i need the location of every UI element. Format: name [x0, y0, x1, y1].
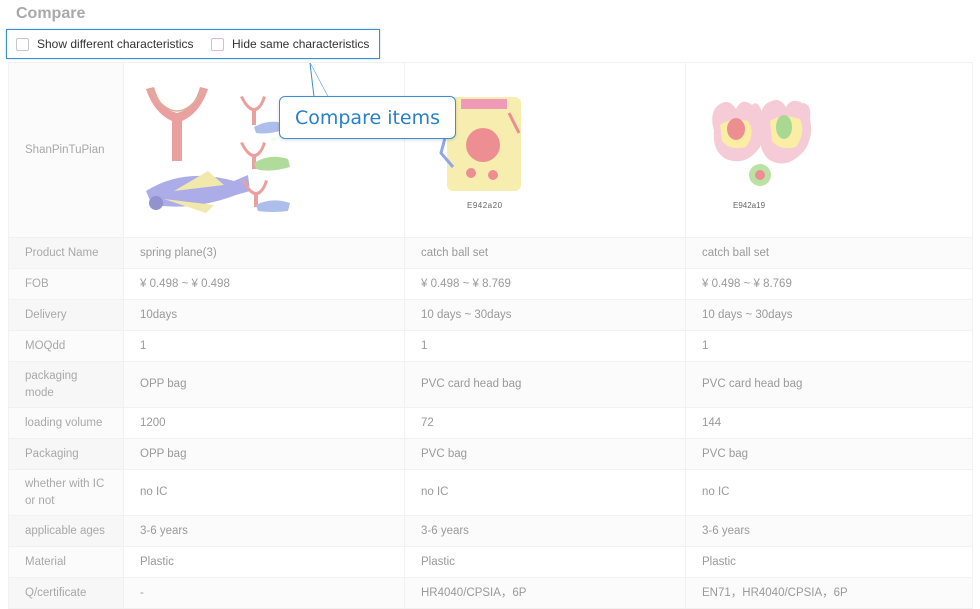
- table-row: whether with IC or not no IC no IC no IC: [8, 469, 973, 516]
- page-title: Compare: [16, 5, 86, 22]
- product-name-link[interactable]: catch ball set: [404, 237, 686, 269]
- table-row: Material Plastic Plastic Plastic: [8, 546, 973, 578]
- row-label: whether with IC or not: [8, 469, 124, 516]
- catch-ball-set-image[interactable]: E942a20: [405, 63, 686, 231]
- product-image-cell[interactable]: E942a19: [685, 62, 973, 238]
- cell-value: 1200: [123, 407, 405, 439]
- image-caption: E942a20: [467, 201, 503, 210]
- cell-value: Plastic: [404, 546, 686, 578]
- cell-value: Plastic: [123, 546, 405, 578]
- table-row: applicable ages 3-6 years 3-6 years 3-6 …: [8, 515, 973, 547]
- compare-items-callout: Compare items: [279, 96, 456, 139]
- cell-value: PVC bag: [685, 438, 973, 470]
- compare-table: ShanPinTuPian E942a20 E942a19 Product Na…: [8, 62, 973, 609]
- hide-same-label: Hide same characteristics: [232, 37, 370, 51]
- row-label: loading volume: [8, 407, 124, 439]
- show-different-checkbox[interactable]: Show different characteristics: [16, 37, 194, 51]
- row-label: packaging mode: [8, 361, 124, 408]
- product-name-link[interactable]: spring plane(3): [123, 237, 405, 269]
- product-image-cell[interactable]: E942a20: [404, 62, 686, 238]
- table-row: Packaging OPP bag PVC bag PVC bag: [8, 438, 973, 470]
- price-value: ¥ 0.498 ~ ¥ 8.769: [685, 268, 973, 300]
- catch-ball-gloves-image[interactable]: E942a19: [686, 63, 973, 231]
- cell-value: 3-6 years: [685, 515, 973, 547]
- row-label: Product Name: [8, 237, 124, 269]
- cell-value: Plastic: [685, 546, 973, 578]
- table-row: Product Name spring plane(3) catch ball …: [8, 237, 973, 269]
- row-label: Packaging: [8, 438, 124, 470]
- product-name-link[interactable]: catch ball set: [685, 237, 973, 269]
- slingshot-and-plane-image[interactable]: [124, 63, 405, 231]
- row-label: ShanPinTuPian: [8, 62, 124, 238]
- cell-value: 72: [404, 407, 686, 439]
- image-caption: E942a19: [733, 201, 766, 210]
- table-row: FOB ¥ 0.498 ~ ¥ 0.498 ¥ 0.498 ~ ¥ 8.769 …: [8, 268, 973, 300]
- callout-pointer: [309, 63, 338, 98]
- cell-value: 1: [404, 330, 686, 362]
- cell-value: 3-6 years: [404, 515, 686, 547]
- hide-same-checkbox[interactable]: Hide same characteristics: [211, 37, 369, 51]
- cell-value: 1: [123, 330, 405, 362]
- row-label: Delivery: [8, 299, 124, 331]
- cell-value: no IC: [123, 469, 405, 516]
- filter-panel: Show different characteristics Hide same…: [6, 29, 380, 59]
- table-row: loading volume 1200 72 144: [8, 407, 973, 439]
- row-label: Material: [8, 546, 124, 578]
- checkbox-icon[interactable]: [211, 37, 224, 51]
- table-row: packaging mode OPP bag PVC card head bag…: [8, 361, 973, 408]
- cell-value: 10 days ~ 30days: [404, 299, 686, 331]
- cell-value: 3-6 years: [123, 515, 405, 547]
- cell-value: no IC: [404, 469, 686, 516]
- product-image-cell[interactable]: [123, 62, 405, 238]
- row-label: applicable ages: [8, 515, 124, 547]
- price-value: ¥ 0.498 ~ ¥ 8.769: [404, 268, 686, 300]
- cell-value: 1: [685, 330, 973, 362]
- cell-value: 10days: [123, 299, 405, 331]
- cell-value: PVC bag: [404, 438, 686, 470]
- cell-value: OPP bag: [123, 438, 405, 470]
- checkbox-icon[interactable]: [16, 37, 29, 51]
- image-row: ShanPinTuPian E942a20 E942a19: [8, 62, 973, 238]
- row-label: MOQdd: [8, 330, 124, 362]
- price-value: ¥ 0.498 ~ ¥ 0.498: [123, 268, 405, 300]
- cell-value: PVC card head bag: [685, 361, 973, 408]
- table-row: MOQdd 1 1 1: [8, 330, 973, 362]
- cell-value: 144: [685, 407, 973, 439]
- cell-value: 10 days ~ 30days: [685, 299, 973, 331]
- table-row: Delivery 10days 10 days ~ 30days 10 days…: [8, 299, 973, 331]
- cell-value: OPP bag: [123, 361, 405, 408]
- row-label: FOB: [8, 268, 124, 300]
- show-different-label: Show different characteristics: [37, 37, 194, 51]
- cell-value: no IC: [685, 469, 973, 516]
- cell-value: PVC card head bag: [404, 361, 686, 408]
